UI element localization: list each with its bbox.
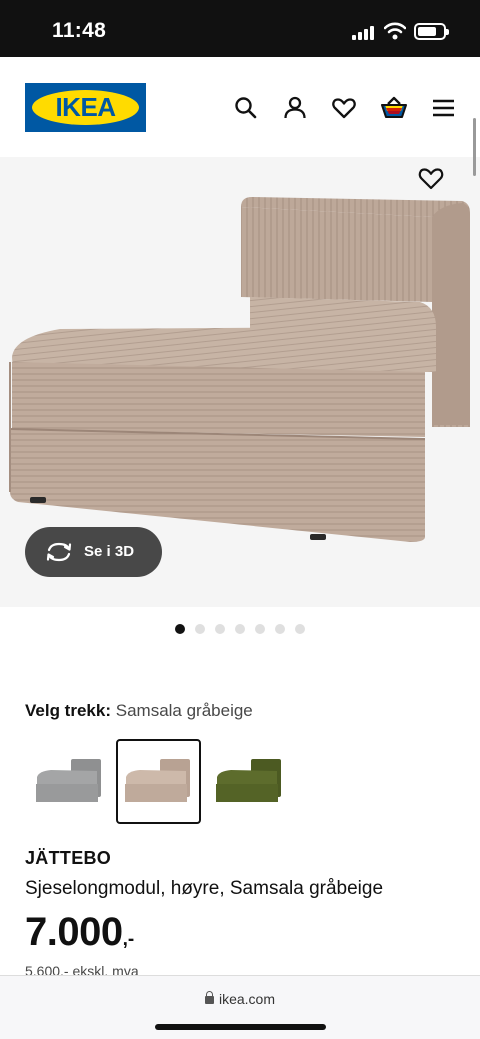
menu-icon[interactable] [431,95,457,121]
logo-text: IKEA [55,92,116,122]
price-ex-vat: 5.600,- ekskl. mva [25,963,139,975]
view-3d-label: Se i 3D [84,543,135,560]
swatch-grey[interactable] [27,739,112,824]
view-3d-button[interactable]: Se i 3D [25,527,162,577]
browser-url-bar[interactable]: ikea.com [0,975,480,1039]
status-bar: 11:48 [0,0,480,57]
rotate-3d-icon [46,542,72,562]
pagination-dot[interactable] [175,624,185,634]
ikea-logo[interactable]: IKEA [25,83,146,132]
cover-label: Velg trekk: [25,701,111,720]
battery-icon [414,23,449,40]
grey-chaise-thumbnail [36,759,101,802]
url-text: ikea.com [218,991,276,1007]
status-time: 11:48 [52,19,107,42]
heart-icon[interactable] [331,95,357,121]
cover-value: Samsala gråbeige [115,701,253,720]
price-suffix: ,- [122,929,135,950]
pagination-dot[interactable] [215,624,225,634]
pagination-dot[interactable] [195,624,205,634]
home-indicator[interactable] [155,1024,326,1030]
beige-chaise-thumbnail [125,759,190,802]
site-header: IKEA [0,57,480,157]
url-display[interactable]: ikea.com [0,991,480,1007]
product-description: Sjeselongmodul, høyre, Samsala gråbeige [25,878,384,899]
pagination-dot[interactable] [295,624,305,634]
image-pagination-dots [175,624,315,634]
product-price: 7.000,- [25,910,134,955]
cover-selection-label: Velg trekk: Samsala gråbeige [25,701,253,721]
pagination-dot[interactable] [255,624,265,634]
signal-icon [352,26,376,40]
price-amount: 7.000 [25,910,123,954]
pagination-dot[interactable] [275,624,285,634]
wifi-icon [384,22,406,40]
scrollbar[interactable] [473,118,476,176]
lock-icon [204,991,214,1004]
basket-icon[interactable] [380,95,408,121]
green-chaise-thumbnail [216,759,281,802]
swatch-green[interactable] [207,739,292,824]
search-icon[interactable] [233,95,259,121]
product-name: JÄTTEBO [25,848,112,868]
swatch-beige[interactable] [116,739,201,824]
add-to-favorites-icon[interactable] [417,164,445,192]
user-icon[interactable] [282,95,308,121]
pagination-dot[interactable] [235,624,245,634]
